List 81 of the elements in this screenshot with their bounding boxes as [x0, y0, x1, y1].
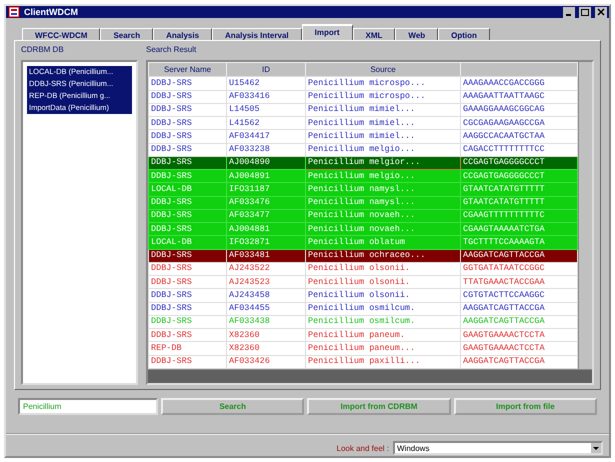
table-cell[interactable]: DDBJ-SRS	[148, 156, 226, 170]
close-icon[interactable]	[595, 6, 607, 18]
table-cell[interactable]: AF034417	[226, 130, 306, 144]
table-cell[interactable]: CGTGTACTTCCAAGGC	[460, 288, 578, 302]
table-cell[interactable]: Penicillium olsonii.	[306, 288, 460, 302]
table-cell[interactable]: GAAGTGAAAACTCCTA	[460, 328, 578, 342]
table-cell[interactable]: Penicillium melgior...	[306, 156, 460, 170]
table-cell[interactable]: X82360	[226, 342, 306, 356]
table-cell[interactable]: AAAGAAACCGACCGGG	[460, 76, 578, 90]
look-and-feel-label: Look and feel :	[336, 444, 389, 452]
results-label: Search Result	[146, 45, 198, 54]
table-cell[interactable]: AAGGATCAGTTACCGA	[460, 302, 578, 316]
table-cell[interactable]: GAAAGGAAAGCGGCAG	[460, 103, 578, 117]
table-cell[interactable]: AF033416	[226, 90, 306, 104]
table-cell[interactable]: Penicillium olsonii.	[306, 276, 460, 289]
db-label: CDRBM DB	[21, 45, 65, 54]
table-cell[interactable]: DDBJ-SRS	[148, 276, 226, 289]
tab[interactable]: Analysis	[153, 28, 212, 40]
table-cell[interactable]: U15462	[226, 76, 306, 90]
table-cell[interactable]: REP-DB	[148, 342, 226, 356]
table-cell[interactable]: AF034455	[226, 302, 306, 316]
table-cell[interactable]: Penicillium paxilli...	[306, 355, 460, 368]
table-cell[interactable]: DDBJ-SRS	[148, 302, 226, 316]
maximize-icon[interactable]	[579, 6, 591, 18]
app-icon	[8, 6, 20, 18]
column-header[interactable]: Source	[306, 62, 460, 77]
table-cell[interactable]: Penicillium melgio...	[306, 143, 460, 156]
table-cell[interactable]: Penicillium mimiel...	[306, 130, 460, 144]
minimize-icon[interactable]	[563, 6, 575, 18]
look-and-feel-dropdown[interactable]: Windows	[393, 441, 603, 455]
table-cell[interactable]: DDBJ-SRS	[148, 103, 226, 117]
table-cell[interactable]: DDBJ-SRS	[148, 288, 226, 302]
table-cell[interactable]: Penicillium mimiel...	[306, 103, 460, 117]
table-cell[interactable]: Penicillium microspo...	[306, 76, 460, 90]
table-cell[interactable]: AJ243458	[226, 288, 306, 302]
table-cell[interactable]: DDBJ-SRS	[148, 90, 226, 104]
table-cell[interactable]: Penicillium microspo...	[306, 90, 460, 104]
table-cell[interactable]: DDBJ-SRS	[148, 249, 226, 262]
tab[interactable]: XML	[352, 28, 396, 40]
table-cell[interactable]: AAGGCCACAATGCTAA	[460, 130, 578, 144]
table-cell[interactable]: GGTGATATAATCCGGC	[460, 262, 578, 276]
table-cell[interactable]: Penicillium osmilcum.	[306, 302, 460, 316]
table-cell[interactable]: AF033481	[226, 249, 306, 262]
tab[interactable]: Option	[438, 28, 490, 40]
table-cell[interactable]: AJ243522	[226, 262, 306, 276]
table-cell[interactable]: DDBJ-SRS	[148, 116, 226, 130]
column-header[interactable]: Server Name	[148, 62, 226, 77]
table-cell[interactable]: Penicillium paneum.	[306, 328, 460, 342]
table-cell[interactable]: AF033238	[226, 143, 306, 156]
tab[interactable]: WFCC-WDCM	[22, 28, 100, 40]
table-cell[interactable]: AJ004890	[226, 156, 306, 170]
horizontal-scrollbar[interactable]	[148, 369, 592, 383]
table-cell[interactable]: Penicillium paneum...	[306, 342, 460, 356]
table-cell[interactable]: AAGGATCAGTTACCGA	[460, 249, 578, 262]
table-cell[interactable]: TTATGAAACTACCGAA	[460, 276, 578, 289]
table-cell[interactable]: CGCGAGAAGAAGCCGA	[460, 116, 578, 130]
table-cell[interactable]: AJ243523	[226, 276, 306, 289]
table-cell[interactable]: L14505	[226, 103, 306, 117]
table-cell[interactable]: DDBJ-SRS	[148, 143, 226, 156]
table-cell[interactable]: X82360	[226, 328, 306, 342]
table-cell[interactable]: Penicillium mimiel...	[306, 116, 460, 130]
table-cell[interactable]: Penicillium olsonii.	[306, 262, 460, 276]
table-cell[interactable]: DDBJ-SRS	[148, 130, 226, 144]
table-cell[interactable]: AAAGAATTAATTAAGC	[460, 90, 578, 104]
table-cell[interactable]: AAGGATCAGTTACCGA	[460, 355, 578, 368]
table-cell[interactable]: DDBJ-SRS	[148, 328, 226, 342]
tab[interactable]: Analysis Interval	[212, 28, 302, 40]
table-cell[interactable]: DDBJ-SRS	[148, 262, 226, 276]
tab[interactable]: Web	[395, 28, 438, 40]
tab[interactable]: Import	[302, 24, 353, 40]
table-cell[interactable]: CAGACCTTTTTTTTCC	[460, 143, 578, 156]
table-cell[interactable]: AF033426	[226, 355, 306, 368]
table-cell[interactable]: CCGAGTGAGGGGCCCT	[460, 156, 578, 170]
table-cell[interactable]: Penicillium ochraceo...	[306, 249, 460, 262]
table-cell[interactable]: GAAGTGAAAACTCCTA	[460, 342, 578, 356]
column-header[interactable]: ID	[226, 62, 306, 77]
table-cell[interactable]: DDBJ-SRS	[148, 355, 226, 368]
table-cell[interactable]: L41562	[226, 116, 306, 130]
tab[interactable]: Search	[100, 28, 154, 40]
window-title: ClientWDCM	[24, 7, 79, 17]
table-cell[interactable]: DDBJ-SRS	[148, 76, 226, 90]
